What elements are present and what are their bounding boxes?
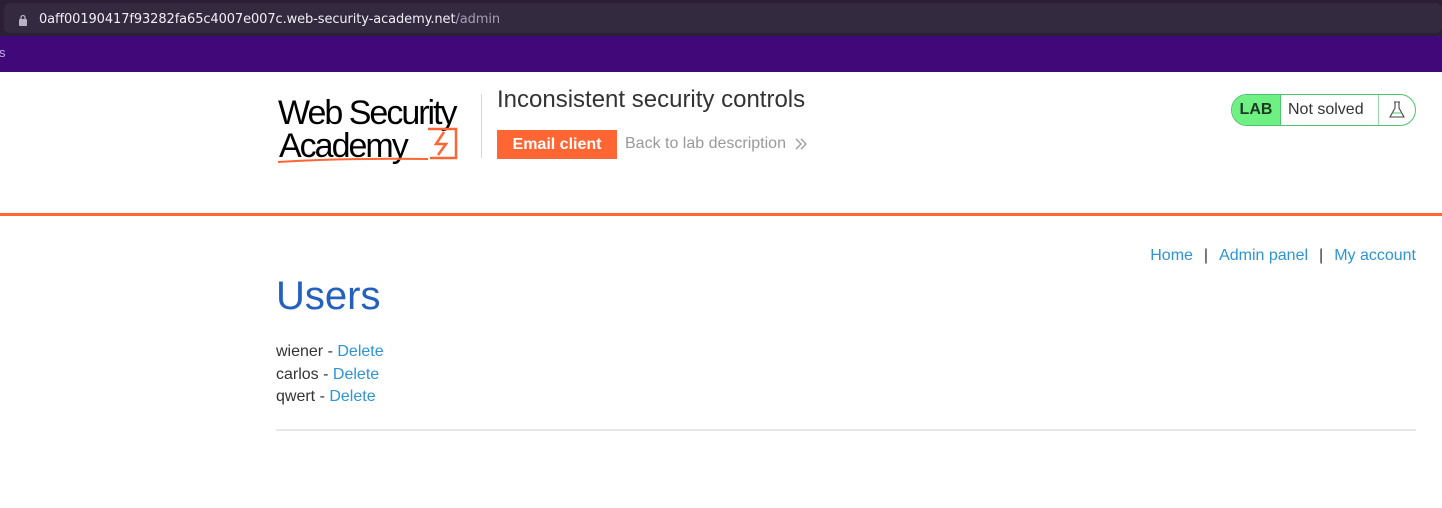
lab-status-text: Not solved [1281,95,1379,125]
delete-user-link[interactable]: Delete [329,388,375,405]
user-list: wiener - Delete carlos - Delete qwert - … [276,341,384,409]
content-divider [276,429,1416,431]
nav-admin-panel-link[interactable]: Admin panel [1219,247,1308,265]
nav-home-link[interactable]: Home [1150,247,1193,265]
lab-status-badge: LAB Not solved [1231,94,1416,126]
user-row: wiener - Delete [276,341,384,364]
url-path: /admin [455,12,500,27]
user-dash: - [323,343,338,360]
user-name: qwert [276,388,316,405]
user-row: carlos - Delete [276,364,384,387]
nav-separator: | [1319,247,1324,264]
page-title: Users [276,274,381,318]
user-dash: - [318,365,333,383]
delete-user-link[interactable]: Delete [333,366,379,383]
lab-title: Inconsistent security controls [497,86,806,113]
top-navigation: Home | Admin panel | My account [1150,247,1416,265]
nav-my-account-link[interactable]: My account [1334,247,1416,265]
logo-divider [481,94,482,158]
back-link-label: Back to lab description [625,135,786,152]
flask-icon[interactable] [1379,95,1415,125]
bookmark-item[interactable]: s [0,45,6,60]
address-field[interactable]: 0aff00190417f93282fa65c4007e007c.web-sec… [4,3,1442,33]
bookmarks-bar: s [0,36,1442,72]
url-text: 0aff00190417f93282fa65c4007e007c.web-sec… [39,12,500,27]
site-header: Web Security Academy Inconsistent securi… [0,72,1442,216]
browser-url-bar: 0aff00190417f93282fa65c4007e007c.web-sec… [0,0,1442,36]
logo-graphic: Web Security Academy [277,94,460,165]
lock-icon [19,14,27,26]
email-client-button[interactable]: Email client [497,130,617,159]
user-row: qwert - Delete [276,386,384,409]
lab-tag: LAB [1232,95,1281,125]
url-host: 0aff00190417f93282fa65c4007e007c.web-sec… [39,12,456,27]
double-chevron-right-icon [795,138,807,150]
back-to-lab-description-link[interactable]: Back to lab description [625,135,808,153]
user-name: wiener [276,343,324,360]
flask-graphic [1389,101,1405,118]
web-security-academy-logo[interactable]: Web Security Academy [277,92,478,168]
nav-separator: | [1203,247,1209,264]
delete-user-link[interactable]: Delete [337,343,383,360]
user-dash: - [315,388,330,405]
user-name: carlos [276,365,319,383]
